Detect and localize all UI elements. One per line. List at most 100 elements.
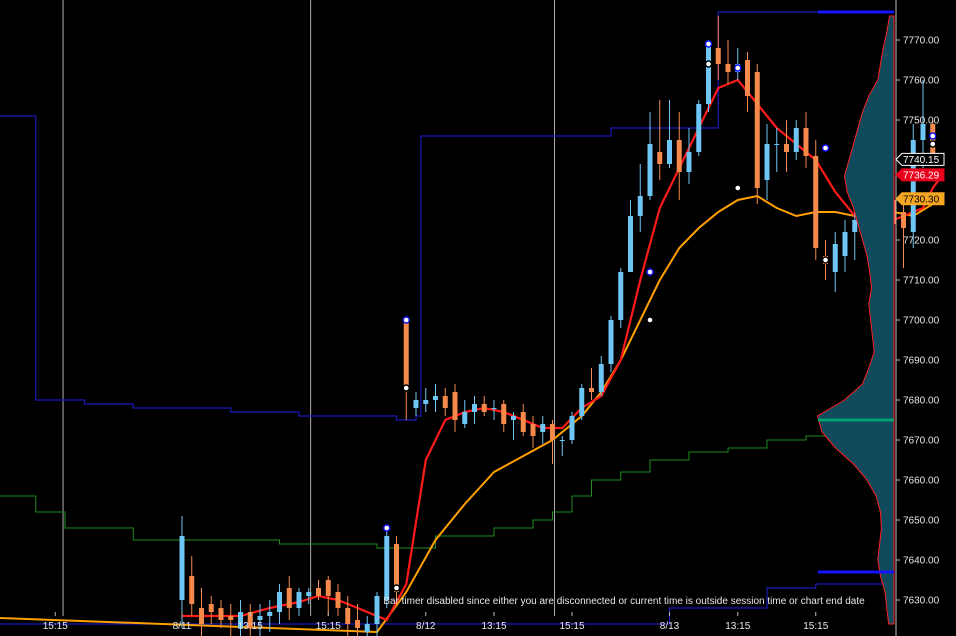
pivot-marker	[734, 64, 742, 72]
time-tick-label: 15:15	[559, 621, 584, 632]
candle-body	[325, 580, 331, 596]
candle-body	[832, 244, 838, 272]
time-tick-label: 8/12	[416, 621, 436, 632]
candle-body	[842, 232, 848, 256]
candle-body	[316, 588, 321, 596]
candle-body	[491, 408, 497, 409]
candle-body	[345, 608, 351, 624]
pivot-marker	[821, 256, 830, 264]
candle-body	[189, 576, 195, 604]
pivot-marker	[383, 524, 391, 532]
price-tick-label: 7690.00	[903, 356, 940, 367]
pivot-marker	[402, 384, 410, 392]
pivot-marker	[704, 40, 713, 48]
pivot-marker	[646, 268, 654, 276]
candle-body	[657, 152, 663, 164]
candle-body	[306, 592, 312, 596]
candle-body	[511, 416, 516, 420]
candle-body	[413, 400, 419, 408]
price-tick-label: 7650.00	[903, 516, 940, 527]
candle-body	[676, 140, 682, 172]
candle-body	[598, 364, 604, 392]
time-tick-label: 15:15	[316, 621, 341, 632]
candle-body	[569, 416, 575, 440]
pivot-marker	[821, 144, 830, 152]
price-tick-label: 7750.00	[903, 116, 940, 127]
time-tick-label: 13:15	[481, 621, 506, 632]
candle-body	[647, 144, 653, 196]
candle-body	[218, 608, 224, 620]
candle-body	[501, 404, 507, 424]
candle-body	[696, 104, 702, 152]
time-tick-label: 15:15	[43, 621, 68, 632]
candle-body	[715, 48, 721, 64]
candle-body	[199, 608, 204, 624]
candle-body	[374, 596, 380, 624]
price-label-text: 7736.29	[903, 170, 940, 181]
time-tick-label: 8/11	[173, 621, 192, 632]
candle-body	[901, 212, 906, 228]
pivot-marker	[929, 140, 937, 148]
time-tick-label: 15:15	[803, 621, 828, 632]
candle-body	[725, 64, 731, 72]
candle-body	[520, 412, 526, 432]
candle-body	[813, 156, 819, 248]
pivot-marker	[929, 132, 937, 140]
candle-body	[355, 620, 360, 628]
candle-body	[423, 400, 429, 404]
price-chart[interactable]: 7630.00 7640.00 7650.00 7660.00 7670.00 7680.…	[0, 0, 956, 636]
candle-body	[364, 624, 370, 632]
pivot-marker	[392, 584, 401, 592]
candle-body	[667, 140, 672, 164]
candle-body	[686, 152, 692, 172]
candle-body	[384, 536, 390, 600]
price-label-text: 7730.30	[903, 194, 940, 205]
candle-body	[228, 616, 234, 620]
time-tick-label: 8/13	[660, 621, 680, 632]
price-tick-label: 7670.00	[903, 436, 940, 447]
pivot-marker	[402, 316, 410, 324]
candle-body	[589, 388, 594, 392]
candle-body	[530, 424, 536, 436]
candle-body	[852, 220, 858, 232]
candle-body	[637, 196, 643, 216]
price-tick-label: 7720.00	[903, 236, 940, 247]
candle-body	[618, 272, 624, 320]
candle-body	[286, 588, 292, 608]
candle-body	[179, 536, 185, 600]
price-tick-label: 7660.00	[903, 476, 940, 487]
price-tick-label: 7710.00	[903, 276, 940, 287]
candle-body	[608, 320, 614, 364]
candle-body	[550, 424, 555, 440]
price-tick-label: 7680.00	[903, 396, 940, 407]
candle-body	[462, 412, 468, 424]
price-labels: 7740.15 7736.29 7730.30	[895, 152, 945, 205]
price-tick-label: 7700.00	[903, 316, 940, 327]
candle-body	[442, 396, 448, 408]
pivot-marker	[646, 316, 654, 324]
candle-body	[296, 592, 302, 608]
price-chart-window[interactable]: 7630.00 7640.00 7650.00 7660.00 7670.00 7680.…	[0, 0, 956, 636]
candle-body	[540, 424, 546, 432]
candle-body	[452, 392, 458, 420]
candle-body	[277, 592, 282, 612]
candle-body	[472, 404, 477, 412]
time-tick-label: 13:15	[238, 621, 263, 632]
chart-background	[0, 0, 956, 636]
price-tick-label: 7630.00	[903, 596, 940, 607]
candle-body	[628, 216, 633, 272]
candle-body	[745, 60, 750, 96]
candle-body	[784, 144, 789, 152]
price-tick-label: 7760.00	[903, 76, 940, 87]
candle-body	[403, 320, 409, 388]
price-label-text: 7740.15	[903, 155, 940, 166]
candle-body	[481, 404, 487, 412]
price-tick-label: 7770.00	[903, 36, 940, 47]
pivot-marker	[734, 184, 742, 192]
candle-body	[208, 604, 214, 612]
candle-body	[793, 128, 799, 152]
candle-body	[930, 124, 936, 156]
time-tick-label: 13:15	[725, 621, 750, 632]
bar-timer-status: Bar timer disabled since either you are …	[383, 596, 865, 607]
candle-body	[706, 44, 711, 104]
